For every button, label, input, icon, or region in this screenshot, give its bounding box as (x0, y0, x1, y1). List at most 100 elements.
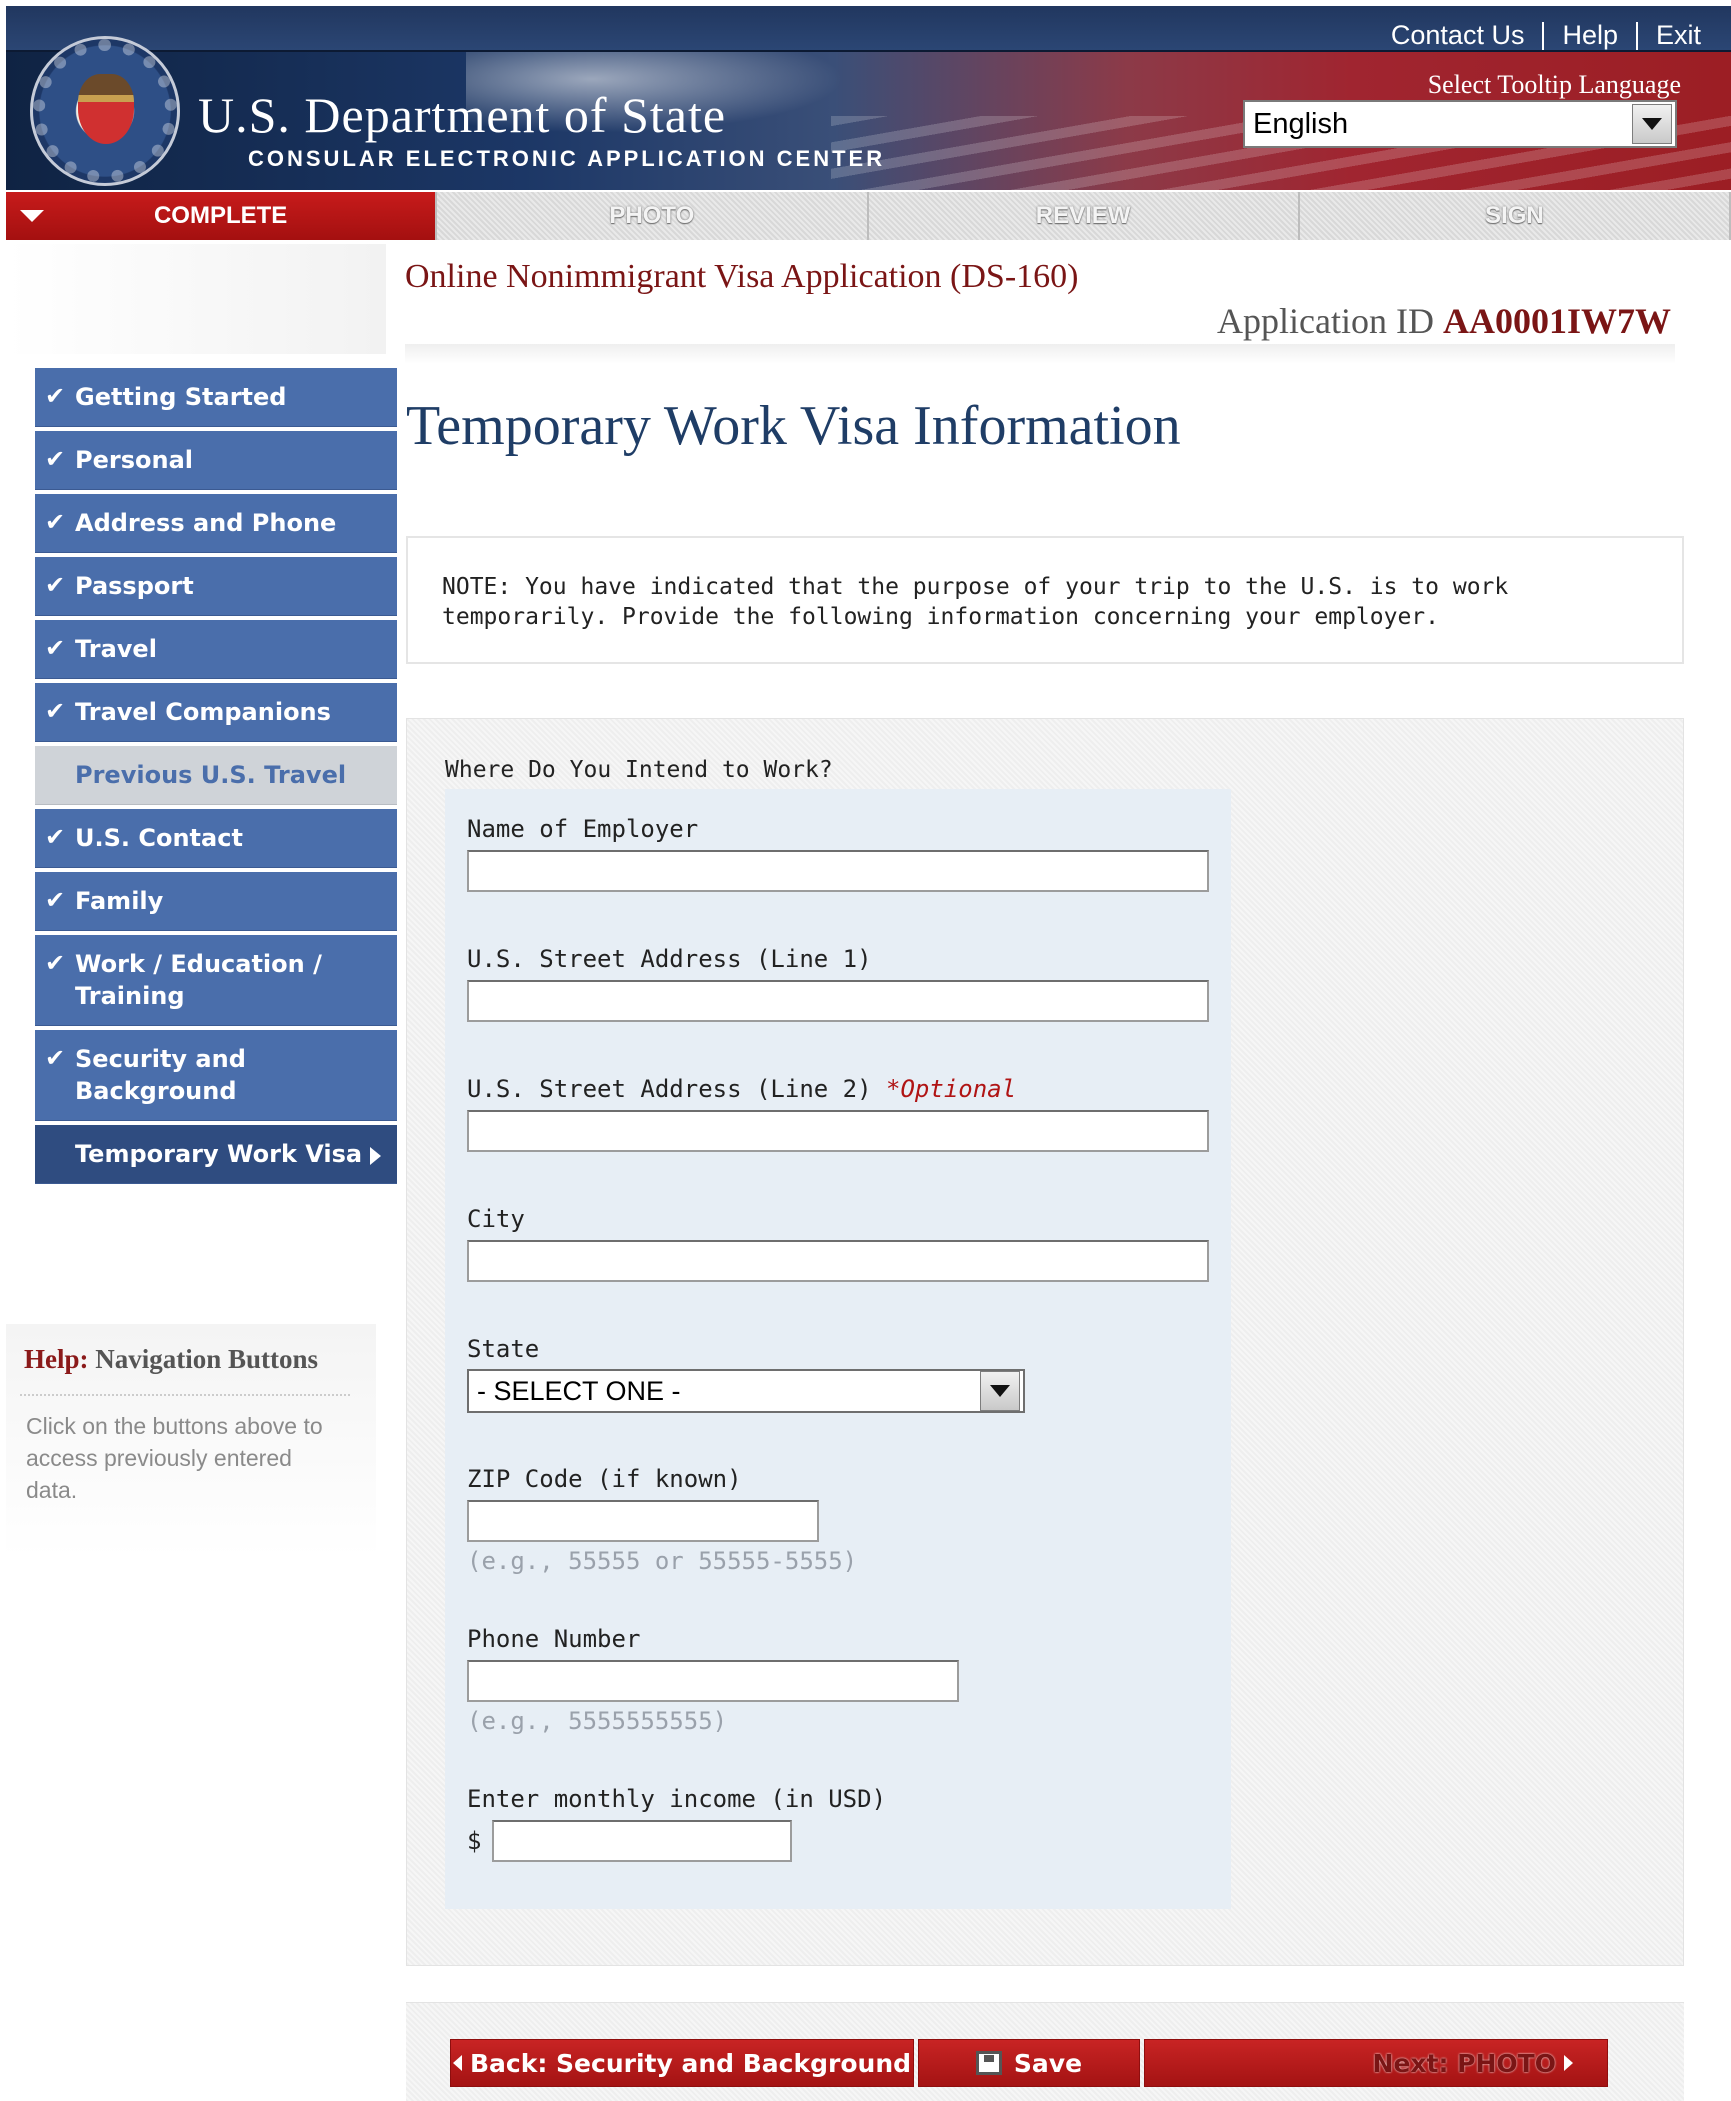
sidebar-item-label: Temporary Work Visa (75, 1140, 363, 1168)
help-title-text: Navigation Buttons (95, 1344, 319, 1374)
checkmark-icon: ✔ (45, 571, 66, 599)
help-text: Click on the buttons above to access pre… (26, 1413, 323, 1503)
sidebar-header-fade (6, 244, 386, 354)
next-button[interactable]: Next: PHOTO (1144, 2039, 1608, 2087)
sidebar-item-label: Security and Background (75, 1045, 246, 1105)
sidebar-item-address-and-phone[interactable]: ✔ Address and Phone (35, 494, 397, 553)
checkmark-icon: ✔ (45, 445, 66, 473)
phone-label: Phone Number (467, 1625, 641, 1653)
street2-label: U.S. Street Address (Line 2) *Optional (467, 1075, 1016, 1103)
sidebar-item-passport[interactable]: ✔ Passport (35, 557, 397, 616)
optional-marker: *Optional (886, 1075, 1017, 1103)
state-label: State (467, 1335, 540, 1363)
page-title: Temporary Work Visa Information (406, 395, 1181, 457)
city-label: City (467, 1205, 525, 1233)
checkmark-icon: ✔ (45, 382, 66, 410)
sidebar-item-getting-started[interactable]: ✔ Getting Started (35, 368, 397, 427)
checkmark-icon: ✔ (45, 949, 66, 977)
tooltip-language-label: Select Tooltip Language (1427, 70, 1681, 99)
checkmark-icon: ✔ (45, 1044, 66, 1072)
street1-label: U.S. Street Address (Line 1) (467, 945, 872, 973)
tab-complete[interactable]: COMPLETE (6, 192, 438, 240)
state-select[interactable]: - SELECT ONE - (467, 1369, 1025, 1413)
department-title: U.S. Department of State (198, 87, 727, 143)
sidebar-item-travel-companions[interactable]: ✔ Travel Companions (35, 683, 397, 742)
navigation-button-bar: Back: Security and Background Save Next:… (406, 2002, 1684, 2101)
sidebar-item-us-contact[interactable]: ✔ U.S. Contact (35, 809, 397, 868)
help-title: Help: Navigation Buttons (24, 1344, 318, 1375)
sidebar-item-label: Address and Phone (75, 509, 337, 537)
street2-field[interactable] (467, 1110, 1209, 1152)
site-header: Contact Us Help Exit U.S. Department of … (6, 6, 1731, 190)
top-links: Contact Us Help Exit (1391, 20, 1701, 51)
application-id-value: AA0001IW7W (1442, 301, 1671, 341)
sidebar-item-label: Travel Companions (75, 698, 331, 726)
chevron-right-icon (370, 1147, 381, 1165)
sidebar-item-label: U.S. Contact (75, 824, 243, 852)
exit-link[interactable]: Exit (1656, 20, 1701, 51)
sidebar-item-security-and-background[interactable]: ✔ Security and Background (35, 1030, 397, 1121)
help-panel: Help: Navigation Buttons Click on the bu… (6, 1324, 376, 1584)
tab-photo[interactable]: PHOTO (437, 192, 869, 240)
sidebar-item-label: Passport (75, 572, 194, 600)
step-tabs: COMPLETE PHOTO REVIEW SIGN (6, 192, 1731, 240)
sidebar-item-label: Previous U.S. Travel (75, 761, 347, 789)
street2-label-text: U.S. Street Address (Line 2) (467, 1075, 872, 1103)
next-button-label: Next: PHOTO (1372, 2048, 1556, 2078)
form-title: Online Nonimmigrant Visa Application (DS… (405, 258, 1079, 295)
sidebar-item-label: Work / Education / Training (75, 950, 322, 1010)
sidebar-item-previous-us-travel: Previous U.S. Travel (35, 746, 397, 805)
employer-fields-group: Name of Employer U.S. Street Address (Li… (445, 789, 1231, 1909)
tab-review[interactable]: REVIEW (868, 192, 1300, 240)
sidebar-item-work-education-training[interactable]: ✔ Work / Education / Training (35, 935, 397, 1026)
chevron-right-icon (1564, 2055, 1573, 2071)
chevron-down-icon[interactable] (1632, 104, 1672, 144)
save-button[interactable]: Save (918, 2039, 1140, 2087)
sidebar-item-travel[interactable]: ✔ Travel (35, 620, 397, 679)
save-button-label: Save (1013, 2048, 1083, 2078)
zip-field[interactable] (467, 1500, 819, 1542)
state-select-value: - SELECT ONE - (477, 1375, 681, 1406)
sidebar-item-label: Travel (75, 635, 157, 663)
city-field[interactable] (467, 1240, 1209, 1282)
help-title-lead: Help: (24, 1344, 89, 1374)
currency-symbol: $ (467, 1827, 482, 1855)
phone-hint: (e.g., 5555555555) (467, 1707, 728, 1735)
note-text: NOTE: You have indicated that the purpos… (442, 574, 1509, 630)
application-id-label: Application ID (1217, 301, 1434, 341)
eagle-icon (78, 74, 134, 144)
save-disk-icon (975, 2051, 1002, 2075)
employer-name-label: Name of Employer (467, 815, 699, 843)
checkmark-icon: ✔ (45, 697, 66, 725)
sidebar-item-label: Family (75, 887, 164, 915)
help-link[interactable]: Help (1562, 20, 1618, 51)
back-button[interactable]: Back: Security and Background (450, 2039, 914, 2087)
employer-name-field[interactable] (467, 850, 1209, 892)
phone-field[interactable] (467, 1660, 959, 1702)
department-subtitle: CONSULAR ELECTRONIC APPLICATION CENTER (248, 146, 886, 171)
zip-label: ZIP Code (if known) (467, 1465, 742, 1493)
sidebar-item-temporary-work-visa[interactable]: Temporary Work Visa (35, 1125, 397, 1184)
tooltip-language-select[interactable]: English (1243, 100, 1677, 148)
monthly-income-field[interactable] (492, 1820, 792, 1862)
link-separator (1542, 21, 1545, 50)
sidebar-item-label: Personal (75, 446, 193, 474)
checkmark-icon: ✔ (45, 634, 66, 662)
checkmark-icon: ✔ (45, 823, 66, 851)
application-id: Application ID AA0001IW7W (1217, 300, 1671, 342)
income-label: Enter monthly income (in USD) (467, 1785, 887, 1813)
checkmark-icon: ✔ (45, 886, 66, 914)
tab-sign[interactable]: SIGN (1299, 192, 1731, 240)
sidebar-item-family[interactable]: ✔ Family (35, 872, 397, 931)
sidebar-item-personal[interactable]: ✔ Personal (35, 431, 397, 490)
section-title: Where Do You Intend to Work? (445, 757, 833, 783)
street1-field[interactable] (467, 980, 1209, 1022)
note-box: NOTE: You have indicated that the purpos… (406, 536, 1684, 664)
back-button-label: Back: Security and Background (469, 2048, 912, 2078)
tooltip-language-value: English (1253, 107, 1349, 140)
contact-us-link[interactable]: Contact Us (1391, 20, 1525, 51)
checkmark-icon: ✔ (45, 508, 66, 536)
title-divider (405, 344, 1675, 364)
chevron-down-icon[interactable] (980, 1371, 1020, 1411)
sidebar-nav: ✔ Getting Started ✔ Personal ✔ Address a… (35, 368, 397, 1188)
